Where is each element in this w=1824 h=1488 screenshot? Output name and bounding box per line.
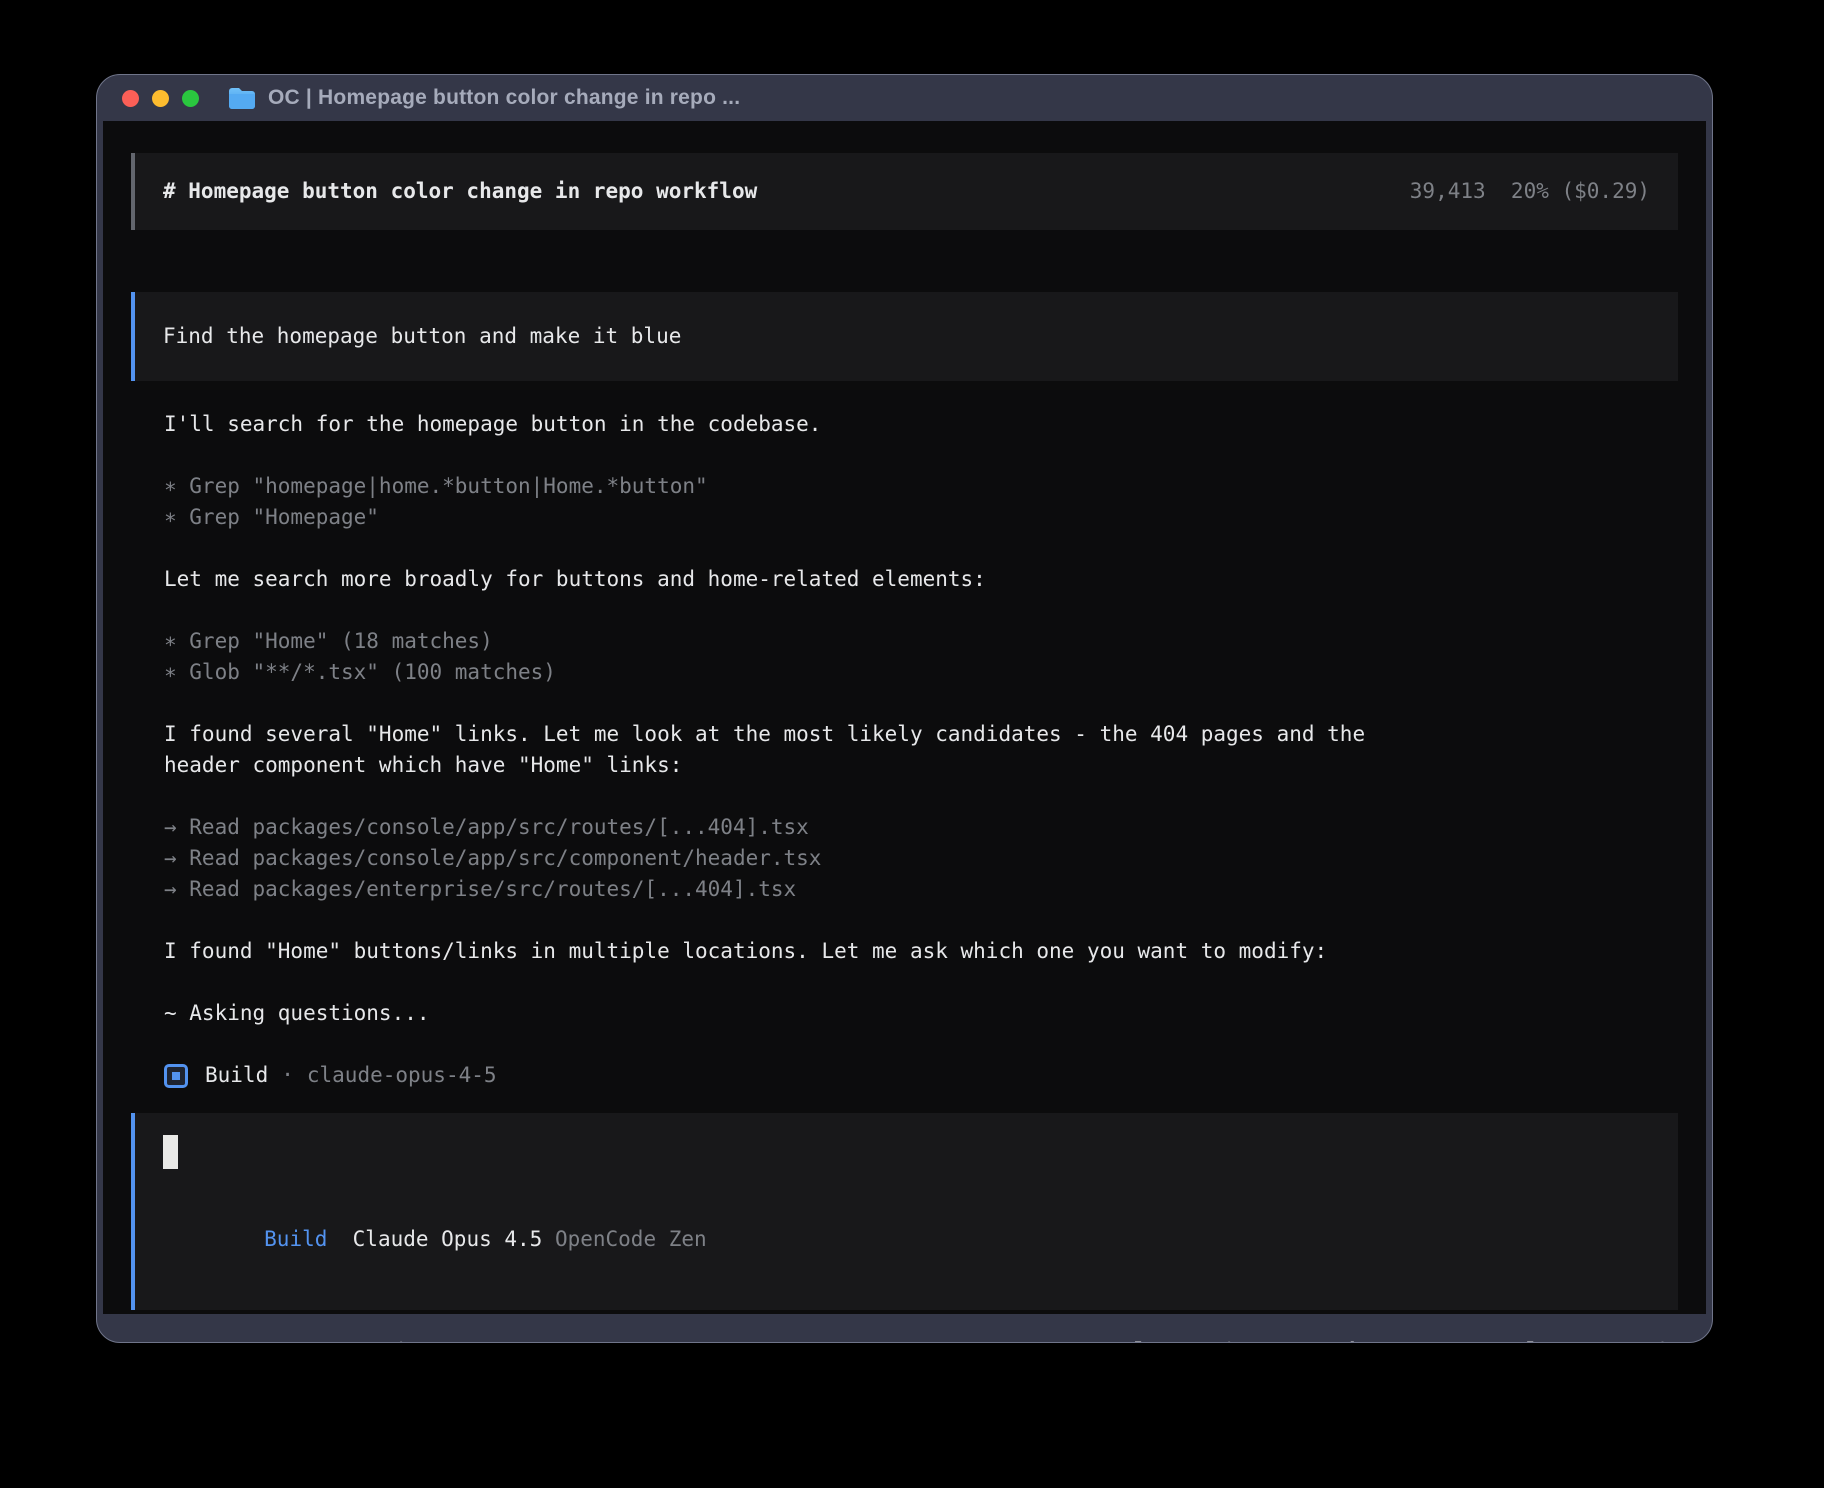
input-footer: Build Claude Opus 4.5 OpenCode Zen [163,1193,1650,1286]
input-line [163,1135,1650,1169]
input-model: Claude Opus 4.5 [353,1227,543,1251]
shortcut-key: esc [344,1339,382,1343]
titlebar: OC | Homepage button color change in rep… [97,75,1712,121]
assistant-text: Let me search more broadly for buttons a… [164,564,1379,595]
tool-call: ∗ Grep "Home" (18 matches) [164,626,1678,657]
agent-model: claude-opus-4-5 [307,1060,497,1091]
agent-name: Build [205,1060,268,1091]
prompt-input[interactable]: Build Claude Opus 4.5 OpenCode Zen [131,1113,1678,1310]
status-left: esc interrupt [167,1336,508,1343]
tool-call: → Read packages/console/app/src/componen… [164,843,1678,874]
shortcut-action: interrupt [395,1339,509,1343]
shortcut-key: ctrl+t [1096,1339,1172,1343]
shortcut-interrupt: esc interrupt [344,1336,508,1343]
session-stats: 39,413 20% ($0.29) [1410,176,1650,207]
session-title: # Homepage button color change in repo w… [163,176,757,207]
tool-call: ∗ Grep "Homepage" [164,502,1678,533]
assistant-status-text: ~ Asking questions... [164,998,1379,1029]
text-cursor [163,1135,178,1169]
shortcut-commands: ctrl+p commands [1488,1336,1678,1343]
shortcut-action: agents [1374,1339,1450,1343]
minimize-button[interactable] [152,90,169,107]
folder-icon [228,87,256,110]
tool-call: → Read packages/enterprise/src/routes/[.… [164,874,1678,905]
shortcut-key: ctrl+p [1488,1339,1564,1343]
input-provider: OpenCode Zen [555,1227,707,1251]
tool-call-group: ∗ Grep "Home" (18 matches) ∗ Glob "**/*.… [164,626,1678,688]
separator-dot: · [281,1060,294,1091]
session-header: # Homepage button color change in repo w… [131,153,1678,230]
assistant-transcript: I'll search for the homepage button in t… [164,409,1678,1091]
status-right: ctrl+t variants tab agents ctrl+p commands [1096,1336,1678,1343]
user-message-text: Find the homepage button and make it blu… [163,324,681,348]
shortcut-variants: ctrl+t variants [1096,1336,1286,1343]
tool-call-group: → Read packages/console/app/src/routes/[… [164,812,1678,905]
assistant-text: I found "Home" buttons/links in multiple… [164,936,1379,967]
tool-call-group: ∗ Grep "homepage|home.*button|Home.*butt… [164,471,1678,533]
tool-call: ∗ Grep "homepage|home.*button|Home.*butt… [164,471,1678,502]
tool-call: → Read packages/console/app/src/routes/[… [164,812,1678,843]
shortcut-agents: tab agents [1324,1336,1450,1343]
shortcut-action: commands [1577,1339,1678,1343]
status-bar: esc interrupt ctrl+t variants tab agents ct… [131,1336,1678,1343]
shortcut-action: variants [1185,1339,1286,1343]
assistant-text: I found several "Home" links. Let me loo… [164,719,1379,781]
close-button[interactable] [122,90,139,107]
window-title: OC | Homepage button color change in rep… [268,86,740,110]
tool-call: ∗ Glob "**/*.tsx" (100 matches) [164,657,1678,688]
agent-status-line: Build · claude-opus-4-5 [164,1060,1678,1091]
user-message: Find the homepage button and make it blu… [131,292,1678,381]
shortcut-key: tab [1324,1339,1362,1343]
terminal-content: # Homepage button color change in repo w… [103,121,1706,1314]
terminal-window: OC | Homepage button color change in rep… [96,74,1713,1343]
assistant-text: I'll search for the homepage button in t… [164,409,1379,440]
agent-build-icon [164,1064,188,1088]
input-mode: Build [264,1227,327,1251]
zoom-button[interactable] [182,90,199,107]
